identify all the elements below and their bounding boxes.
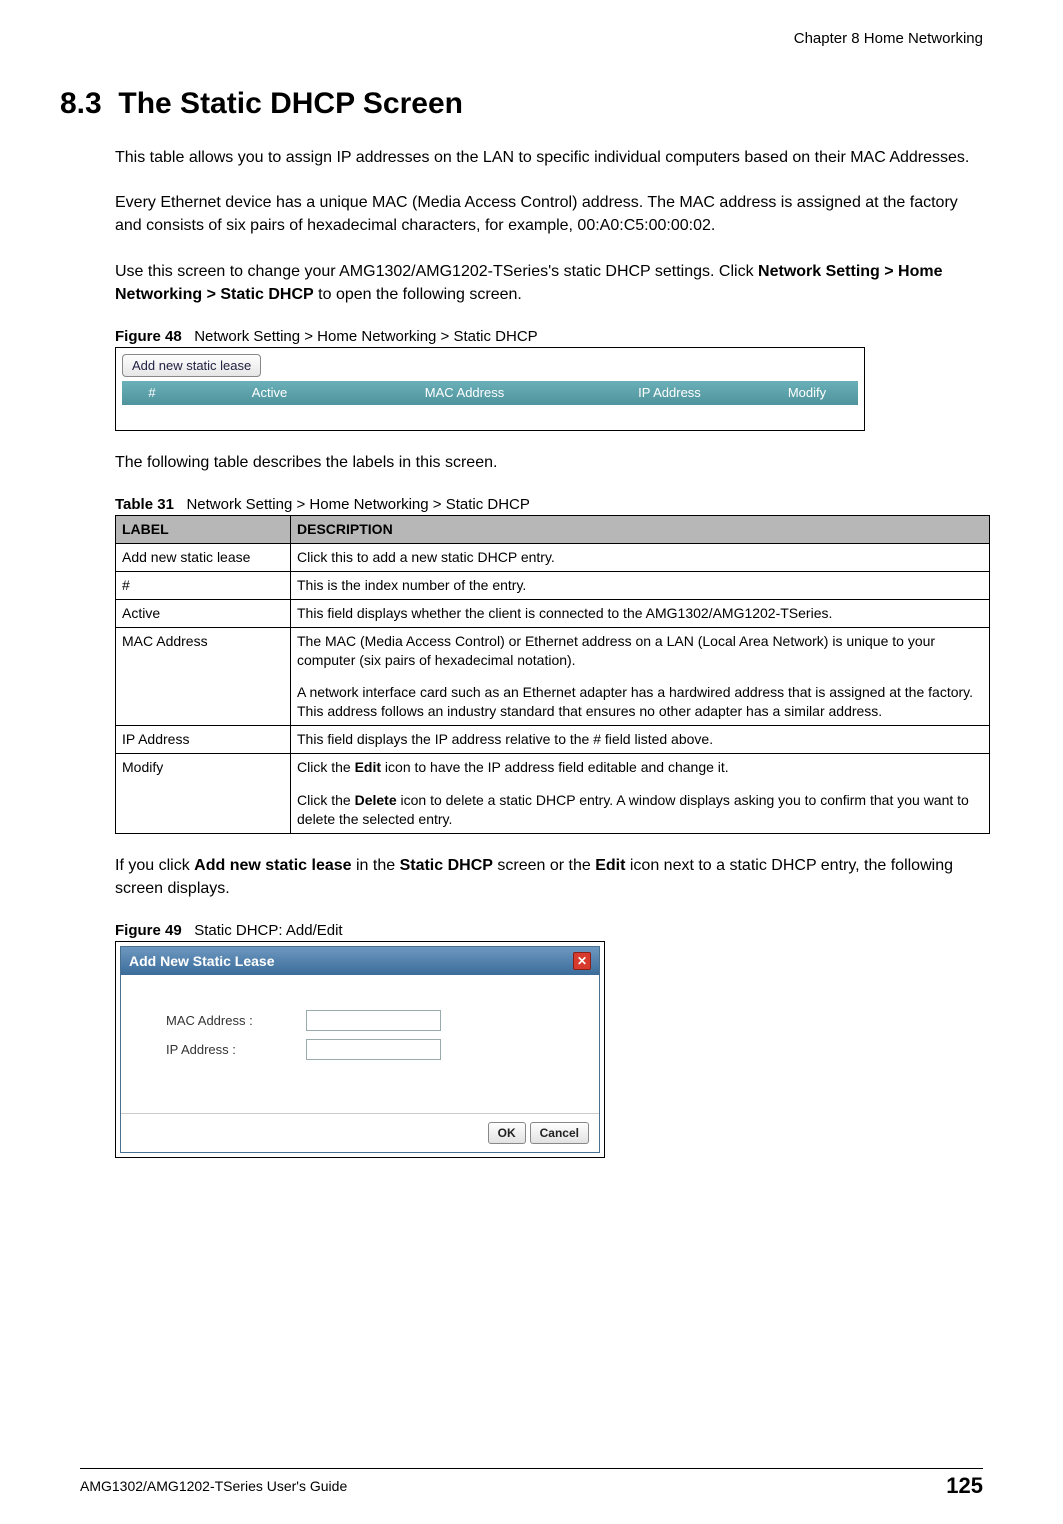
ip-row: IP Address :	[166, 1039, 569, 1060]
cancel-button[interactable]: Cancel	[530, 1122, 589, 1144]
close-icon[interactable]: ✕	[573, 952, 591, 970]
td-description: This field displays the IP address relat…	[291, 726, 990, 754]
table31-caption-text: Network Setting > Home Networking > Stat…	[186, 496, 529, 513]
dialog-titlebar: Add New Static Lease ✕	[121, 947, 599, 975]
section-number: 8.3	[60, 87, 102, 120]
td-description: This field displays whether the client i…	[291, 599, 990, 627]
desc-paragraph: A network interface card such as an Ethe…	[297, 683, 983, 721]
ip-address-input[interactable]	[306, 1039, 441, 1060]
td-description: Click the Edit icon to have the IP addre…	[291, 754, 990, 834]
desc-paragraph: The MAC (Media Access Control) or Ethern…	[297, 632, 983, 670]
desc-paragraph: Click the Edit icon to have the IP addre…	[297, 758, 983, 777]
td-label: IP Address	[116, 726, 291, 754]
section-title: The Static DHCP Screen	[118, 87, 463, 120]
figure49-screenshot: Add New Static Lease ✕ MAC Address : IP …	[115, 941, 605, 1158]
para5-pre: If you click	[115, 857, 194, 874]
para5-b1: Add new static lease	[194, 857, 351, 874]
mac-address-label: MAC Address :	[166, 1013, 306, 1028]
col-modify: Modify	[767, 385, 847, 400]
table31: LABEL DESCRIPTION Add new static lease Cl…	[115, 515, 990, 834]
desc-paragraph: This field displays the IP address relat…	[297, 730, 983, 749]
td-description: The MAC (Media Access Control) or Ethern…	[291, 627, 990, 726]
table-row: IP Address This field displays the IP add…	[116, 726, 990, 754]
para-5: If you click Add new static lease in the…	[115, 854, 983, 900]
desc-paragraph: This field displays whether the client i…	[297, 604, 983, 623]
th-description: DESCRIPTION	[291, 516, 990, 544]
para5-b3: Edit	[595, 857, 625, 874]
td-label: MAC Address	[116, 627, 291, 726]
col-mac: MAC Address	[357, 385, 572, 400]
para5-mid2: screen or the	[493, 857, 595, 874]
para3-post: to open the following screen.	[314, 286, 522, 303]
chapter-header: Chapter 8 Home Networking	[60, 30, 983, 47]
add-new-static-lease-button[interactable]: Add new static lease	[122, 354, 261, 377]
table-header-row: LABEL DESCRIPTION	[116, 516, 990, 544]
figure48-label: Figure 48	[115, 328, 182, 345]
figure48-caption: Figure 48 Network Setting > Home Network…	[115, 328, 983, 345]
td-label: Modify	[116, 754, 291, 834]
dialog-window: Add New Static Lease ✕ MAC Address : IP …	[120, 946, 600, 1153]
figure49-label: Figure 49	[115, 922, 182, 939]
para-4: The following table describes the labels…	[115, 451, 983, 474]
table-row: Modify Click the Edit icon to have the IP…	[116, 754, 990, 834]
td-label: Active	[116, 599, 291, 627]
td-description: This is the index number of the entry.	[291, 571, 990, 599]
table-row: # This is the index number of the entry.	[116, 571, 990, 599]
td-label: #	[116, 571, 291, 599]
dialog-footer: OK Cancel	[121, 1113, 599, 1152]
figure49-caption-text: Static DHCP: Add/Edit	[194, 922, 342, 939]
footer-guide: AMG1302/AMG1202-TSeries User's Guide	[80, 1478, 347, 1494]
footer-rule	[80, 1468, 983, 1469]
para-3: Use this screen to change your AMG1302/A…	[115, 260, 983, 306]
td-description: Click this to add a new static DHCP entr…	[291, 544, 990, 572]
footer-page-number: 125	[946, 1473, 983, 1499]
col-ip: IP Address	[572, 385, 767, 400]
table-row: Add new static lease Click this to add a …	[116, 544, 990, 572]
para3-pre: Use this screen to change your AMG1302/A…	[115, 263, 758, 280]
dialog-title: Add New Static Lease	[129, 953, 275, 969]
dialog-body: MAC Address : IP Address :	[121, 975, 599, 1113]
ip-address-label: IP Address :	[166, 1042, 306, 1057]
th-label: LABEL	[116, 516, 291, 544]
desc-paragraph: Click this to add a new static DHCP entr…	[297, 548, 983, 567]
para-2: Every Ethernet device has a unique MAC (…	[115, 191, 983, 237]
col-active: Active	[182, 385, 357, 400]
figure48-screenshot: Add new static lease # Active MAC Addres…	[115, 347, 865, 431]
ok-button[interactable]: OK	[488, 1122, 526, 1144]
para5-mid1: in the	[352, 857, 400, 874]
section-heading: 8.3 The Static DHCP Screen	[60, 87, 983, 121]
figure49-caption: Figure 49 Static DHCP: Add/Edit	[115, 922, 983, 939]
mac-row: MAC Address :	[166, 1010, 569, 1031]
desc-paragraph: Click the Delete icon to delete a static…	[297, 791, 983, 829]
table-row: MAC AddressThe MAC (Media Access Control…	[116, 627, 990, 726]
table31-label: Table 31	[115, 496, 174, 513]
para5-b2: Static DHCP	[400, 857, 493, 874]
mac-address-input[interactable]	[306, 1010, 441, 1031]
para-1: This table allows you to assign IP addre…	[115, 146, 983, 169]
figure48-caption-text: Network Setting > Home Networking > Stat…	[194, 328, 537, 345]
table31-caption: Table 31 Network Setting > Home Networki…	[115, 496, 983, 513]
desc-paragraph: This is the index number of the entry.	[297, 576, 983, 595]
col-num: #	[122, 385, 182, 400]
table-row: Active This field displays whether the cl…	[116, 599, 990, 627]
td-label: Add new static lease	[116, 544, 291, 572]
figure48-header-row: # Active MAC Address IP Address Modify	[122, 381, 858, 405]
